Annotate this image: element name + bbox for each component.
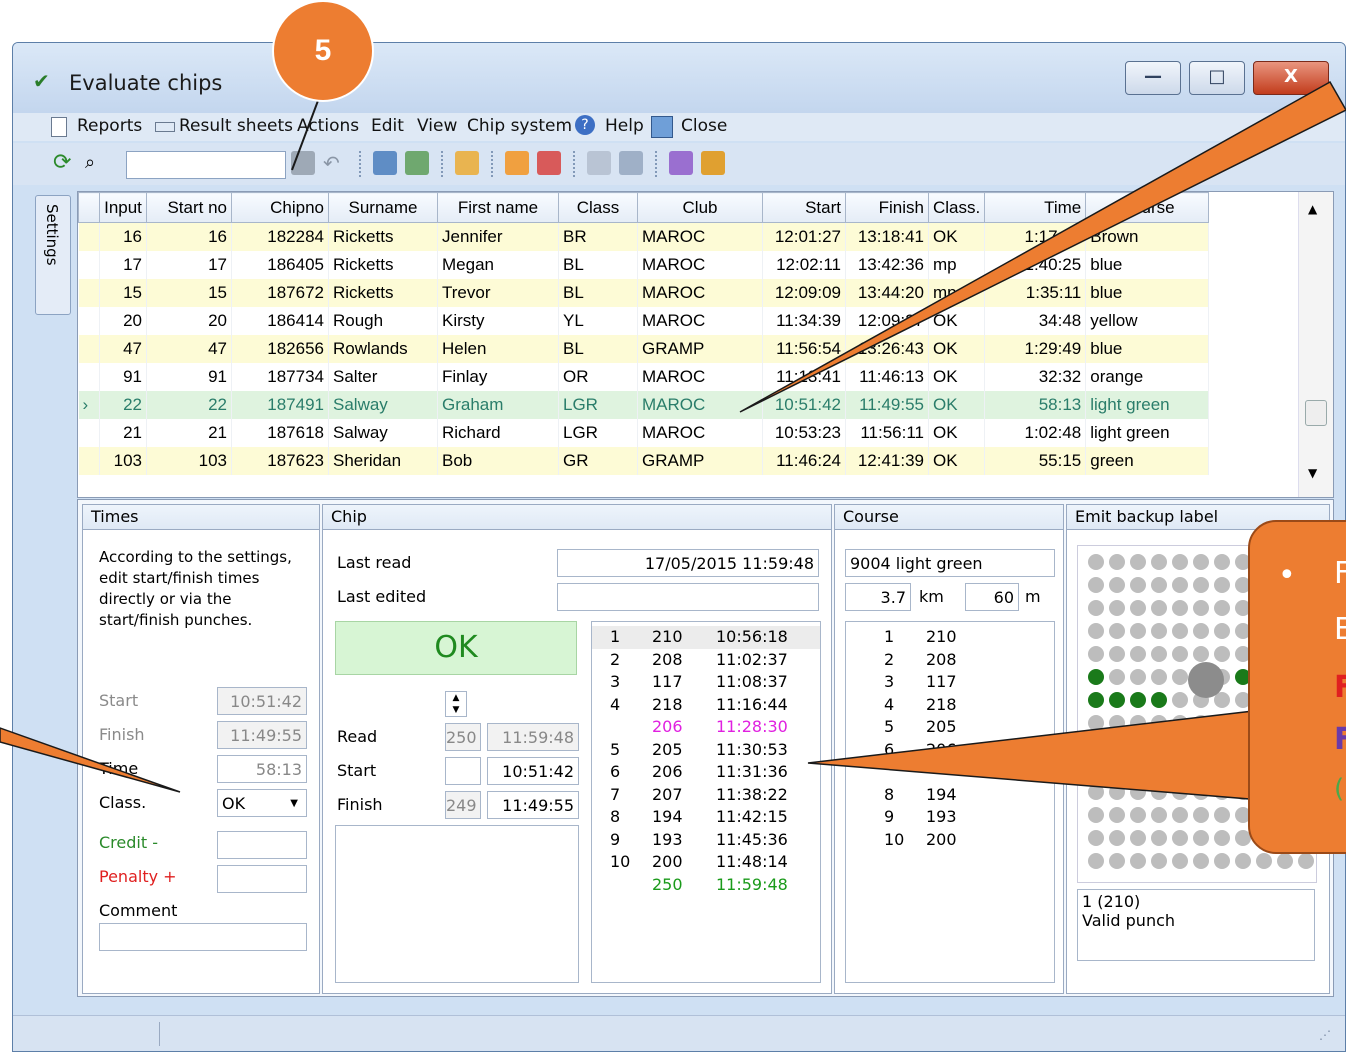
arrow-to-save: [291, 89, 323, 171]
callout-bullet: •: [1278, 558, 1296, 593]
arrow-to-class: [0, 727, 181, 793]
callout-line-4: F: [1334, 722, 1346, 757]
notes-callout: • F E F F (: [1248, 520, 1346, 854]
arrow-to-grid: [739, 80, 1346, 413]
step-number-callout: 5: [272, 0, 374, 102]
callout-line-1: F: [1334, 556, 1346, 591]
callout-line-3: F: [1334, 670, 1346, 705]
annotation-arrows: [0, 80, 1346, 801]
callout-line-2: E: [1334, 612, 1346, 647]
callout-line-5: (: [1334, 774, 1345, 804]
arrow-to-punches: [807, 709, 1263, 801]
